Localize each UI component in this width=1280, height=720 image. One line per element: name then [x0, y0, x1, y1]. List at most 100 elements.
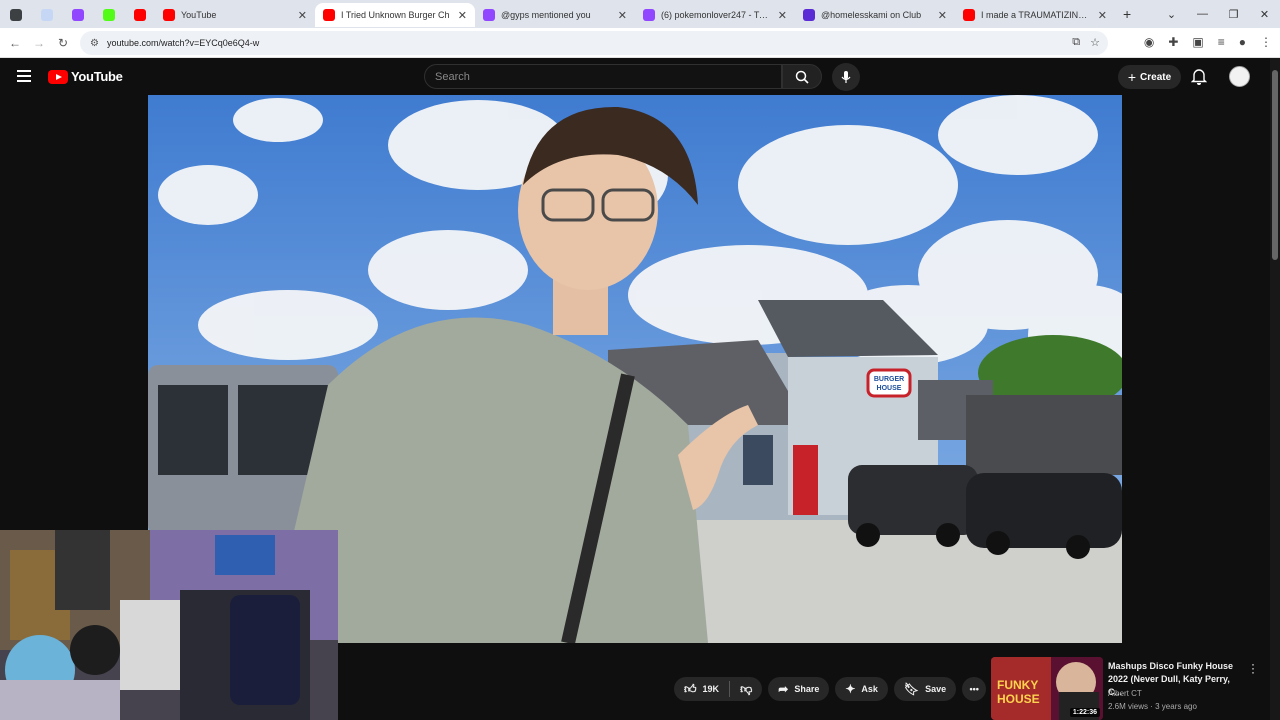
browser-menu-icon[interactable]: ⋮ — [1260, 35, 1272, 49]
tab-title: YouTube — [181, 10, 217, 20]
tab-favicon-icon — [483, 9, 495, 21]
browser-tab-bar: YouTube ✕ I Tried Unknown Burger Ch ✕ @gyps … — [0, 0, 1280, 28]
new-tab-button[interactable]: + — [1123, 6, 1131, 22]
like-count: 19K — [702, 684, 720, 694]
puzzle-icon[interactable]: ✚ — [1168, 35, 1178, 49]
browser-tab[interactable]: @gyps mentioned you ✕ — [475, 3, 635, 27]
tab-close-icon[interactable]: ✕ — [458, 9, 467, 22]
tab-close-icon[interactable]: ✕ — [938, 9, 947, 22]
browser-toolbar: ← → ↻ ⚙ youtube.com/watch?v=EYCq0e6Q4-w … — [0, 28, 1280, 58]
recommended-channel[interactable]: Albert CT — [1108, 689, 1142, 698]
tab-close-icon[interactable]: ✕ — [618, 9, 627, 22]
window-controls: ⌄ — ❐ ✕ — [1156, 0, 1280, 28]
webcam-feed — [0, 530, 338, 720]
burger-sign-line1: BURGER — [874, 376, 904, 383]
voice-search-button[interactable] — [832, 63, 860, 91]
browser-tab[interactable]: @homelesskami on Club ✕ — [795, 3, 955, 27]
address-bar[interactable]: ⚙ youtube.com/watch?v=EYCq0e6Q4-w — [80, 31, 1108, 55]
minimize-icon[interactable]: — — [1187, 8, 1218, 20]
save-button[interactable]: 🔖︎ Save — [893, 677, 957, 701]
more-actions-button[interactable]: ••• — [962, 677, 987, 701]
microphone-icon — [841, 71, 851, 83]
omnibox-actions: ⧉ ☆ — [1072, 36, 1100, 49]
create-button[interactable]: + Create — [1118, 65, 1181, 89]
create-label: Create — [1140, 71, 1172, 83]
scrollbar-thumb[interactable] — [1272, 70, 1278, 260]
media-control-icon[interactable]: ≡ — [1218, 35, 1225, 49]
dislike-button[interactable]: 👎︎ — [730, 682, 762, 697]
tab-favicon-icon — [102, 9, 115, 21]
youtube-header: YouTube Search + Create — [0, 58, 1280, 95]
youtube-logo[interactable]: YouTube — [48, 69, 123, 84]
share-label: Share — [794, 684, 820, 694]
recommended-video[interactable]: FUNKY HOUSE 1:22:36 Mashups Disco Funky … — [991, 657, 1261, 720]
recommended-stats: 2.6M views · 3 years ago — [1108, 702, 1197, 711]
webcam-overlay — [0, 530, 338, 720]
tab-favicon-icon — [803, 9, 815, 21]
share-arrow-icon: ➦ — [778, 682, 789, 696]
thumb-house: HOUSE — [997, 692, 1040, 706]
pinned-tab[interactable] — [62, 3, 93, 27]
restore-icon[interactable]: ❐ — [1218, 8, 1249, 21]
tab-favicon-icon — [133, 9, 146, 21]
active-tab[interactable]: I Tried Unknown Burger Ch ✕ — [315, 3, 475, 27]
tab-title: @gyps mentioned you — [501, 10, 591, 20]
like-button[interactable]: 👍︎ 19K — [674, 682, 729, 697]
burger-sign-line2: HOUSE — [877, 385, 902, 392]
hamburger-menu-icon[interactable] — [17, 70, 31, 82]
bookmark-star-icon[interactable]: ☆ — [1090, 36, 1100, 49]
browser-tab[interactable]: YouTube ✕ — [155, 3, 315, 27]
reload-icon[interactable]: ↻ — [51, 36, 75, 50]
tab-favicon-icon — [163, 9, 175, 21]
tab-favicon-icon — [323, 9, 335, 21]
save-label: Save — [925, 684, 947, 694]
forward-icon[interactable]: → — [27, 36, 51, 50]
tab-close-icon[interactable]: ✕ — [778, 9, 787, 22]
recommended-thumbnail[interactable]: FUNKY HOUSE 1:22:36 — [991, 657, 1103, 720]
tab-favicon-icon — [963, 9, 975, 21]
thumbs-up-icon: 👍︎ — [684, 681, 697, 696]
tab-close-icon[interactable]: ✕ — [298, 9, 307, 22]
close-window-icon[interactable]: ✕ — [1249, 8, 1280, 21]
pinned-tab[interactable] — [31, 3, 62, 27]
video-actions: 👍︎ 19K 👎︎ ➦ Share ✦ Ask 🔖︎ Save ••• — [674, 677, 987, 701]
site-info-icon[interactable]: ⚙ — [90, 38, 99, 49]
logo-text: YouTube — [71, 69, 123, 84]
tab-favicon-icon — [643, 9, 655, 21]
account-avatar[interactable] — [1229, 66, 1250, 87]
bookmark-icon: 🔖︎ — [903, 682, 920, 696]
tab-favicon-icon — [40, 9, 53, 21]
page-scrollbar[interactable] — [1270, 58, 1280, 720]
tab-favicon-icon — [9, 9, 22, 21]
pinned-tab[interactable] — [124, 3, 155, 27]
profile-icon[interactable]: ● — [1239, 35, 1246, 49]
ask-label: Ask — [861, 684, 878, 694]
thumbs-down-icon: 👎︎ — [740, 681, 753, 696]
plus-icon: + — [1127, 69, 1137, 85]
browser-tab[interactable]: I made a TRAUMATIZING pet o ✕ — [955, 3, 1115, 27]
url-text: youtube.com/watch?v=EYCq0e6Q4-w — [106, 38, 260, 48]
extensions-area: ◉ ✚ ▣ ≡ ● ⋮ — [1144, 35, 1272, 49]
tab-close-icon[interactable]: ✕ — [1098, 9, 1107, 22]
search-button[interactable] — [782, 64, 822, 89]
search-input[interactable]: Search — [424, 64, 782, 89]
search-icon — [795, 70, 809, 84]
tab-title: I made a TRAUMATIZING pet o — [981, 10, 1092, 20]
search-placeholder: Search — [435, 70, 470, 83]
install-app-icon[interactable]: ⧉ — [1072, 36, 1080, 49]
back-icon[interactable]: ← — [3, 36, 27, 50]
ask-button[interactable]: ✦ Ask — [835, 677, 888, 701]
browser-tab[interactable]: (6) pokemonlover247 - Twitch ✕ — [635, 3, 795, 27]
tab-title: (6) pokemonlover247 - Twitch — [661, 10, 772, 20]
recommended-menu-icon[interactable]: · · · — [1251, 658, 1255, 678]
extension-icon[interactable]: ◉ — [1144, 35, 1154, 49]
tab-search-icon[interactable]: ⌄ — [1156, 8, 1187, 21]
tab-title: I Tried Unknown Burger Ch — [341, 10, 450, 20]
sparkle-icon: ✦ — [845, 682, 856, 696]
tab-title: @homelesskami on Club — [821, 10, 922, 20]
sidepanel-icon[interactable]: ▣ — [1192, 35, 1203, 49]
share-button[interactable]: ➦ Share — [768, 677, 830, 701]
notifications-button[interactable] — [1190, 67, 1208, 90]
pinned-tab[interactable] — [93, 3, 124, 27]
pinned-tab[interactable] — [0, 3, 31, 27]
